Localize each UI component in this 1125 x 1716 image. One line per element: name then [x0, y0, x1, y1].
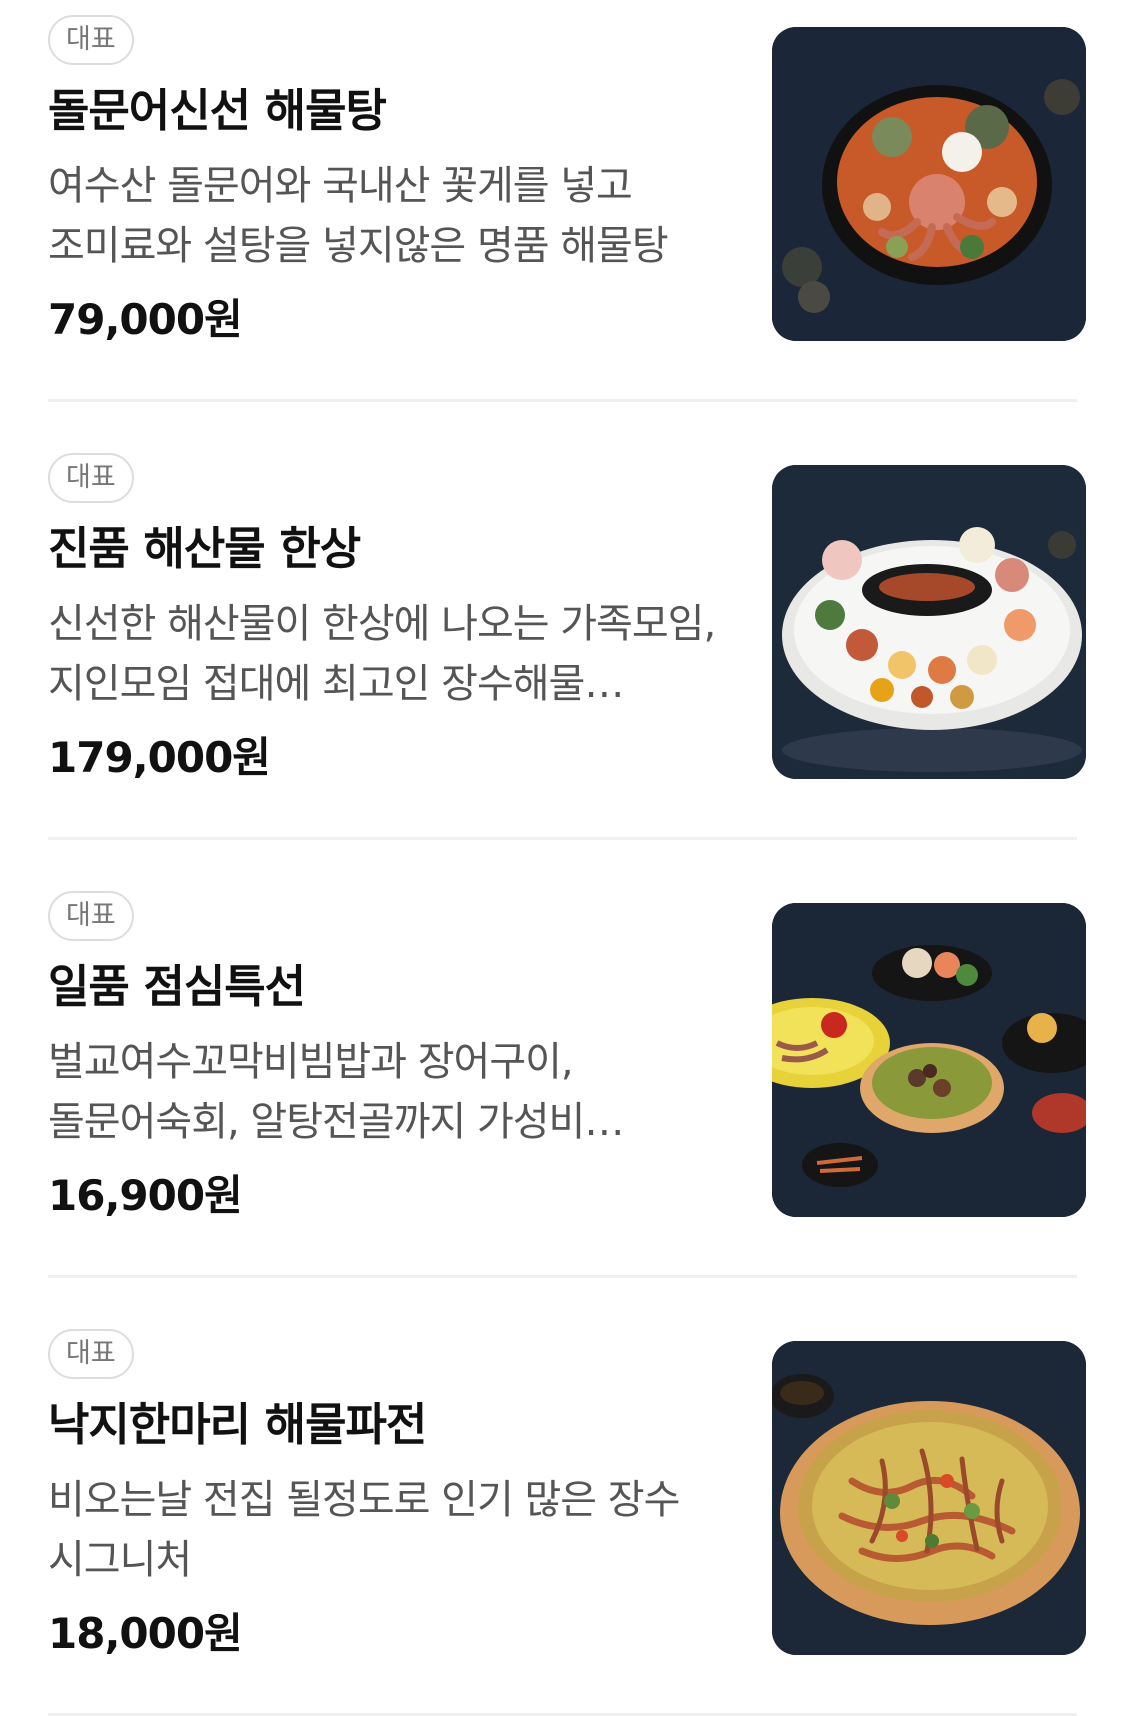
menu-item-title: 돌문어신선 해물탕	[48, 84, 387, 137]
menu-item-title: 낙지한마리 해물파전	[48, 1398, 427, 1451]
menu-item-title: 진품 해산물 한상	[48, 522, 361, 575]
menu-item-seafood-stew[interactable]: 대표 돌문어신선 해물탕 여수산 돌문어와 국내산 꽃게를 넣고 조미료와 설탕…	[0, 0, 1125, 402]
item-divider	[48, 837, 1077, 840]
seafood-stew-illustration	[772, 27, 1086, 341]
lunch-set-illustration	[772, 903, 1086, 1217]
menu-item-title: 일품 점심특선	[48, 960, 306, 1013]
signature-badge: 대표	[48, 1329, 134, 1379]
menu-item-price: 79,000원	[48, 295, 243, 344]
menu-item-price: 18,000원	[48, 1609, 243, 1658]
menu-item-description: 벌교여수꼬막비빔밥과 장어구이, 돌문어숙회, 알탕전골까지 가성비 끝판왕…	[48, 1039, 585, 1145]
menu-item-seafood-pancake[interactable]: 대표 낙지한마리 해물파전 비오는날 전집 될정도로 인기 많은 장수 시그니처…	[0, 1314, 1125, 1716]
signature-badge: 대표	[48, 891, 134, 941]
menu-item-description: 여수산 돌문어와 국내산 꽃게를 넣고 조미료와 설탕을 넣지않은 명품 해물탕	[48, 163, 669, 269]
menu-item-description: 신선한 해산물이 한상에 나오는 가족모임, 지인모임 접대에 최고인 장수해물…	[48, 601, 716, 707]
menu-item-description: 비오는날 전집 될정도로 인기 많은 장수 시그니처	[48, 1477, 680, 1583]
seafood-platter-illustration	[772, 465, 1086, 779]
signature-badge: 대표	[48, 453, 134, 503]
item-divider	[48, 1275, 1077, 1278]
menu-list: 대표 돌문어신선 해물탕 여수산 돌문어와 국내산 꽃게를 넣고 조미료와 설탕…	[0, 0, 1125, 1716]
lunch-set-photo[interactable]	[772, 903, 1086, 1217]
seafood-pancake-illustration	[772, 1341, 1086, 1655]
seafood-platter-photo[interactable]	[772, 465, 1086, 779]
signature-badge: 대표	[48, 15, 134, 65]
menu-item-lunch-special[interactable]: 대표 일품 점심특선 벌교여수꼬막비빔밥과 장어구이, 돌문어숙회, 알탕전골까…	[0, 876, 1125, 1278]
menu-item-seafood-platter[interactable]: 대표 진품 해산물 한상 신선한 해산물이 한상에 나오는 가족모임, 지인모임…	[0, 438, 1125, 840]
seafood-stew-photo[interactable]	[772, 27, 1086, 341]
menu-item-price: 16,900원	[48, 1171, 243, 1220]
menu-item-price: 179,000원	[48, 733, 271, 782]
item-divider	[48, 399, 1077, 402]
seafood-pancake-photo[interactable]	[772, 1341, 1086, 1655]
